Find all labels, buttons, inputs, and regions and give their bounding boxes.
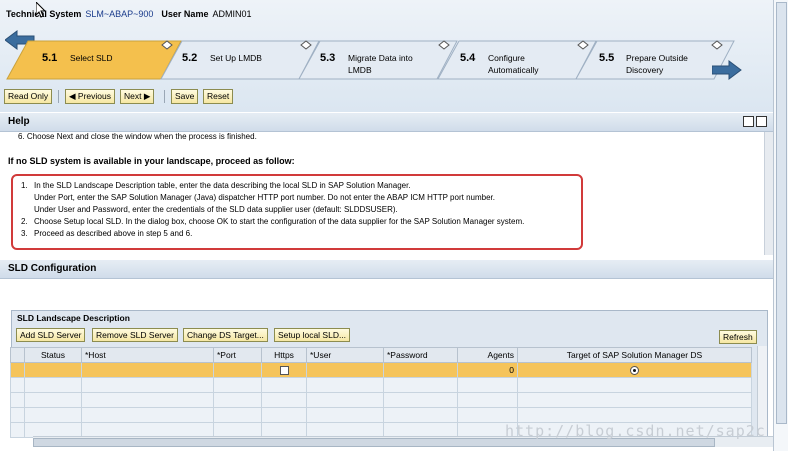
next-label: Next bbox=[124, 91, 142, 101]
change-ds-target-button[interactable]: Change DS Target... bbox=[183, 328, 268, 342]
help-icons bbox=[743, 116, 769, 127]
help-title: Help bbox=[8, 116, 30, 127]
step-5-1[interactable]: 5.1 Select SLD bbox=[6, 40, 182, 80]
table-row[interactable] bbox=[10, 407, 752, 423]
toolbar-divider bbox=[164, 90, 165, 103]
column-header[interactable]: *Port bbox=[213, 347, 262, 363]
help-item: Under Port, enter the SAP Solution Manag… bbox=[34, 193, 495, 202]
column-header[interactable]: *Host bbox=[81, 347, 214, 363]
highlight-box: 1. In the SLD Landscape Description table… bbox=[11, 174, 583, 250]
add-sld-server-button[interactable]: Add SLD Server bbox=[16, 328, 86, 342]
next-button[interactable]: Next ▶ bbox=[120, 89, 155, 104]
watermark: http://blog.csdn.net/sap2c bbox=[505, 422, 766, 440]
help-section-header: Help bbox=[0, 113, 773, 132]
agents-cell: 0 bbox=[457, 362, 518, 378]
toolbar-divider bbox=[58, 90, 59, 103]
column-header[interactable]: Https bbox=[261, 347, 307, 363]
column-header[interactable]: Status bbox=[24, 347, 82, 363]
row-selector[interactable] bbox=[10, 362, 25, 378]
target-cell bbox=[517, 362, 752, 378]
help-content: 6. Choose Next and close the window when… bbox=[0, 132, 763, 255]
column-header[interactable]: *User bbox=[306, 347, 384, 363]
remove-sld-server-button[interactable]: Remove SLD Server bbox=[92, 328, 178, 342]
https-checkbox[interactable] bbox=[279, 366, 289, 376]
reset-button[interactable]: Reset bbox=[203, 89, 234, 104]
page-scrollbar[interactable] bbox=[773, 0, 788, 451]
page-scroll-thumb[interactable] bbox=[776, 2, 787, 424]
previous-label: Previous bbox=[77, 91, 111, 101]
table-row[interactable]: 0 bbox=[10, 362, 752, 378]
table-header-row: Status *Host *Port Https *User *Password… bbox=[10, 347, 752, 363]
password-cell[interactable] bbox=[383, 362, 458, 378]
help-item: 2. Choose Setup local SLD. In the dialog … bbox=[21, 217, 525, 226]
status-cell bbox=[24, 362, 82, 378]
step-label: Migrate Data into LMDB bbox=[348, 53, 413, 75]
select-all-header[interactable] bbox=[10, 347, 25, 363]
step-label: Prepare Outside Discovery bbox=[626, 53, 688, 75]
collapse-help-icon[interactable] bbox=[743, 116, 754, 127]
table-row[interactable] bbox=[10, 392, 752, 408]
read-only-button[interactable]: Read Only bbox=[4, 89, 53, 104]
help-item: 3. Proceed as described above in step 5 a… bbox=[21, 229, 193, 238]
target-radio[interactable] bbox=[630, 366, 639, 376]
step-5-4[interactable]: 5.4 Configure Automatically bbox=[437, 40, 597, 80]
help-item: 1. In the SLD Landscape Description table… bbox=[21, 181, 411, 190]
step-number: 5.2 bbox=[182, 52, 198, 64]
forward-arrow-icon[interactable] bbox=[711, 60, 742, 82]
panel-title: SLD Landscape Description bbox=[17, 313, 130, 323]
https-cell bbox=[261, 362, 307, 378]
sld-config-header: SLD Configuration bbox=[0, 260, 773, 279]
setup-local-sld-button[interactable]: Setup local SLD... bbox=[274, 328, 351, 342]
refresh-button[interactable]: Refresh bbox=[719, 330, 757, 344]
system-value: SLM~ABAP~900 bbox=[85, 9, 154, 19]
step-label: Set Up LMDB bbox=[210, 53, 262, 63]
table-row[interactable] bbox=[10, 377, 752, 393]
step-number: 5.5 bbox=[599, 52, 615, 64]
help-cut-line: 6. Choose Next and close the window when… bbox=[18, 132, 257, 141]
step-5-2[interactable]: 5.2 Set Up LMDB bbox=[160, 40, 320, 80]
previous-arrow-icon: ◀ bbox=[69, 91, 78, 101]
step-5-5[interactable]: 5.5 Prepare Outside Discovery bbox=[575, 40, 735, 80]
no-sld-heading: If no SLD system is available in your la… bbox=[8, 156, 295, 166]
step-label: Configure Automatically bbox=[488, 53, 539, 75]
host-cell[interactable] bbox=[81, 362, 214, 378]
step-label: Select SLD bbox=[70, 53, 113, 63]
column-header[interactable]: Agents bbox=[457, 347, 518, 363]
user-cell[interactable] bbox=[306, 362, 384, 378]
step-number: 5.4 bbox=[460, 52, 476, 64]
user-value: ADMIN01 bbox=[212, 9, 252, 19]
column-header[interactable]: *Password bbox=[383, 347, 458, 363]
step-number: 5.3 bbox=[320, 52, 336, 64]
sld-landscape-panel: SLD Landscape Description Add SLD Server… bbox=[10, 310, 768, 438]
help-item: Under User and Password, enter the crede… bbox=[34, 205, 398, 214]
step-number: 5.1 bbox=[42, 52, 58, 64]
sld-config-title: SLD Configuration bbox=[8, 263, 97, 274]
save-button[interactable]: Save bbox=[171, 89, 199, 104]
next-arrow-icon: ▶ bbox=[141, 91, 151, 101]
step-5-3[interactable]: 5.3 Migrate Data into LMDB bbox=[298, 40, 458, 80]
maximize-help-icon[interactable] bbox=[756, 116, 767, 127]
column-header[interactable]: Target of SAP Solution Manager DS bbox=[517, 347, 752, 363]
user-label: User Name bbox=[161, 9, 209, 19]
port-cell[interactable] bbox=[213, 362, 262, 378]
previous-button[interactable]: ◀ Previous bbox=[65, 89, 115, 104]
mouse-cursor-icon bbox=[35, 0, 47, 20]
